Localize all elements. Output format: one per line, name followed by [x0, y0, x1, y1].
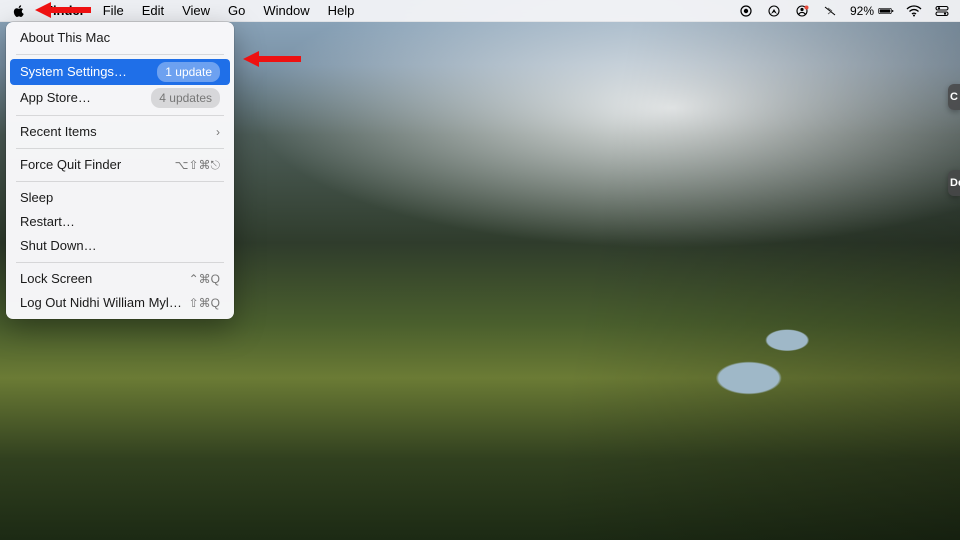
- control-center-icon[interactable]: [934, 5, 950, 17]
- menu-item-label: About This Mac: [20, 29, 220, 47]
- battery-percent: 92%: [850, 4, 874, 18]
- menu-bar-right: 92%: [738, 4, 954, 18]
- menu-item-sleep[interactable]: Sleep: [10, 186, 230, 210]
- menu-item-recent-items[interactable]: Recent Items›: [10, 120, 230, 144]
- menu-item-label: Force Quit Finder: [20, 156, 175, 174]
- menu-separator: [16, 148, 224, 149]
- menu-item-force-quit-finder[interactable]: Force Quit Finder⌥⇧⌘⎋: [10, 153, 230, 177]
- menu-item-view[interactable]: View: [173, 0, 219, 22]
- menu-item-label: Sleep: [20, 189, 220, 207]
- menu-bar: Finder File Edit View Go Window Help 92%: [0, 0, 960, 22]
- menu-item-label: Shut Down…: [20, 237, 220, 255]
- menu-item-shut-down[interactable]: Shut Down…: [10, 234, 230, 258]
- widget-stub-2[interactable]: De: [948, 170, 960, 196]
- menu-separator: [16, 115, 224, 116]
- menu-item-label: Lock Screen: [20, 270, 189, 288]
- menu-item-label: Log Out Nidhi William Myle…: [20, 294, 189, 312]
- menu-item-app-store[interactable]: App Store…4 updates: [10, 85, 230, 111]
- wifi-icon[interactable]: [906, 5, 922, 17]
- record-icon[interactable]: [738, 5, 754, 17]
- menu-item-lock-screen[interactable]: Lock Screen⌃⌘Q: [10, 267, 230, 291]
- menu-item-edit[interactable]: Edit: [133, 0, 173, 22]
- chevron-right-icon: ›: [216, 123, 220, 141]
- battery-status[interactable]: 92%: [850, 4, 894, 18]
- menu-item-shortcut: ⌥⇧⌘⎋: [175, 156, 220, 174]
- menu-item-log-out-nidhi-william-myle[interactable]: Log Out Nidhi William Myle…⇧⌘Q: [10, 291, 230, 315]
- no-bt-icon[interactable]: [822, 5, 838, 17]
- profile-icon[interactable]: [794, 5, 810, 17]
- menu-item-about-this-mac[interactable]: About This Mac: [10, 26, 230, 50]
- menu-item-label: System Settings…: [20, 63, 157, 81]
- menu-item-badge: 4 updates: [151, 88, 220, 108]
- menu-item-window[interactable]: Window: [254, 0, 318, 22]
- menu-separator: [16, 262, 224, 263]
- menu-item-shortcut: ⌃⌘Q: [189, 270, 220, 288]
- menu-item-badge: 1 update: [157, 62, 220, 82]
- menu-item-restart[interactable]: Restart…: [10, 210, 230, 234]
- widget-stub-1[interactable]: C: [948, 84, 960, 110]
- menu-separator: [16, 181, 224, 182]
- menu-item-help[interactable]: Help: [319, 0, 364, 22]
- menu-item-shortcut: ⇧⌘Q: [189, 294, 220, 312]
- menu-item-label: App Store…: [20, 89, 151, 107]
- menu-item-label: Recent Items: [20, 123, 216, 141]
- menu-separator: [16, 54, 224, 55]
- apple-menu-dropdown: About This MacSystem Settings…1 updateAp…: [6, 22, 234, 319]
- menu-item-file[interactable]: File: [94, 0, 133, 22]
- annotation-arrow-side: [243, 49, 301, 69]
- menu-item-go[interactable]: Go: [219, 0, 254, 22]
- widget-stub-2-label: De: [950, 177, 960, 189]
- widget-stub-1-label: C: [950, 91, 958, 103]
- apple-menu-icon[interactable]: [10, 4, 36, 18]
- menu-item-label: Restart…: [20, 213, 220, 231]
- annotation-arrow-top: [35, 0, 91, 20]
- compass-icon[interactable]: [766, 5, 782, 17]
- menu-item-system-settings[interactable]: System Settings…1 update: [10, 59, 230, 85]
